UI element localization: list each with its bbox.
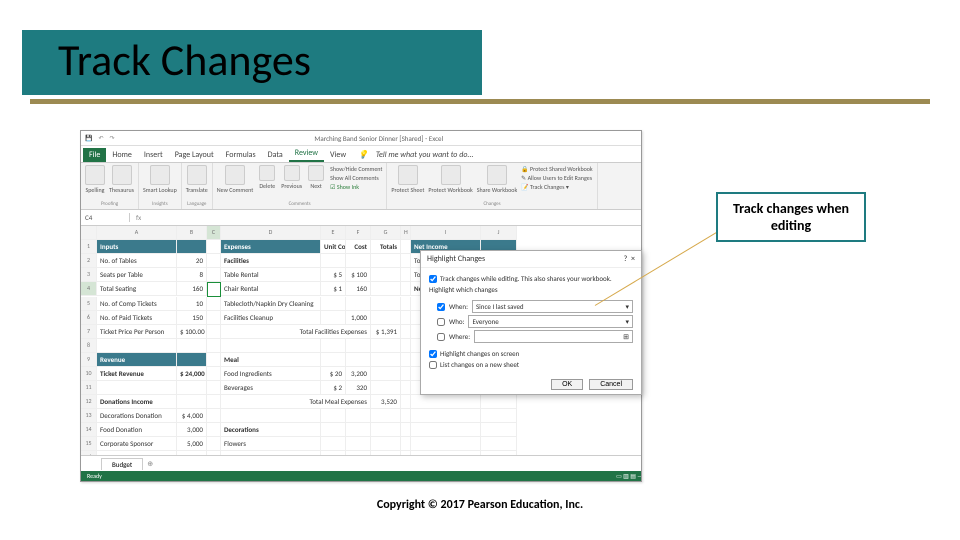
highlight-section-label: Highlight which changes: [429, 285, 633, 294]
divider: [30, 99, 930, 104]
copyright: Copyright © 2017 Pearson Education, Inc.: [0, 498, 960, 512]
highlight-on-screen-checkbox[interactable]: Highlight changes on screen: [429, 349, 633, 358]
tell-me[interactable]: 💡 Tell me what you want to do...: [352, 148, 485, 162]
track-changes-checkbox[interactable]: Track changes while editing. This also s…: [429, 274, 633, 283]
prev-comment-button[interactable]: Previous: [281, 165, 302, 190]
who-checkbox[interactable]: [437, 318, 445, 326]
who-combo[interactable]: Everyone▾: [468, 315, 633, 328]
highlight-changes-dialog: Highlight Changes ? × Track changes whil…: [420, 250, 642, 395]
save-icon[interactable]: 💾: [85, 134, 92, 142]
tab-home[interactable]: Home: [106, 148, 138, 162]
protect-sheet-button[interactable]: Protect Sheet: [391, 165, 424, 194]
quick-access-toolbar: 💾 ↶ ↷ Marching Band Senior Dinner [Share…: [81, 131, 641, 146]
callout-box: Track changes when editing: [716, 192, 866, 242]
name-box[interactable]: C4: [81, 213, 130, 222]
fx-label[interactable]: fx: [130, 213, 147, 222]
ribbon-tabs: File Home Insert Page Layout Formulas Da…: [81, 146, 641, 163]
slide-title: Track Changes: [58, 38, 311, 82]
when-checkbox[interactable]: [437, 303, 445, 311]
tab-view[interactable]: View: [324, 148, 352, 162]
cancel-button[interactable]: Cancel: [589, 379, 633, 390]
dialog-title: Highlight Changes: [427, 254, 485, 264]
window-title: Marching Band Senior Dinner [Shared] - E…: [121, 134, 637, 143]
new-comment-button[interactable]: New Comment: [217, 165, 254, 194]
where-checkbox[interactable]: [437, 333, 445, 341]
show-ink[interactable]: Show Ink: [330, 183, 382, 191]
track-changes-button[interactable]: 📝 Track Changes ▾: [521, 183, 593, 191]
list-new-sheet-checkbox[interactable]: List changes on a new sheet: [429, 360, 633, 369]
formula-bar: C4 fx: [81, 210, 641, 226]
protect-shared-wb[interactable]: 🔒 Protect Shared Workbook: [521, 165, 593, 173]
tab-data[interactable]: Data: [262, 148, 289, 162]
dialog-help-icon[interactable]: ?: [624, 254, 628, 264]
show-all-comments[interactable]: Show All Comments: [330, 174, 382, 182]
where-combo[interactable]: ⊞: [474, 330, 633, 343]
spelling-button[interactable]: Spelling: [85, 165, 105, 194]
when-combo[interactable]: Since I last saved▾: [472, 300, 633, 313]
sheet-tabs: Budget ⊕: [81, 455, 642, 471]
redo-icon[interactable]: ↷: [110, 134, 115, 142]
translate-button[interactable]: Translate: [186, 165, 208, 194]
tab-insert[interactable]: Insert: [138, 148, 169, 162]
dialog-close-icon[interactable]: ×: [631, 254, 635, 264]
show-hide-comment[interactable]: Show/Hide Comment: [330, 165, 382, 173]
tab-page-layout[interactable]: Page Layout: [169, 148, 220, 162]
thesaurus-button[interactable]: Thesaurus: [109, 165, 134, 194]
tab-file[interactable]: File: [83, 148, 106, 162]
allow-edit-ranges[interactable]: ✎ Allow Users to Edit Ranges: [521, 174, 593, 182]
tab-formulas[interactable]: Formulas: [220, 148, 262, 162]
undo-icon[interactable]: ↶: [98, 134, 103, 142]
sheet-tab-budget[interactable]: Budget: [101, 458, 143, 470]
active-cell[interactable]: [207, 282, 221, 297]
protect-workbook-button[interactable]: Protect Workbook: [428, 165, 472, 194]
ok-button[interactable]: OK: [551, 379, 583, 390]
status-bar: Ready▭ ▥ ▤ — +: [81, 471, 642, 481]
delete-comment-button[interactable]: Delete: [257, 165, 277, 190]
next-comment-button[interactable]: Next: [306, 165, 326, 190]
smart-lookup-button[interactable]: Smart Lookup: [143, 165, 177, 194]
add-sheet-button[interactable]: ⊕: [147, 459, 153, 468]
share-workbook-button[interactable]: Share Workbook: [477, 165, 517, 194]
tab-review[interactable]: Review: [289, 146, 324, 162]
ribbon: Spelling Thesaurus Proofing Smart Lookup…: [81, 163, 641, 210]
